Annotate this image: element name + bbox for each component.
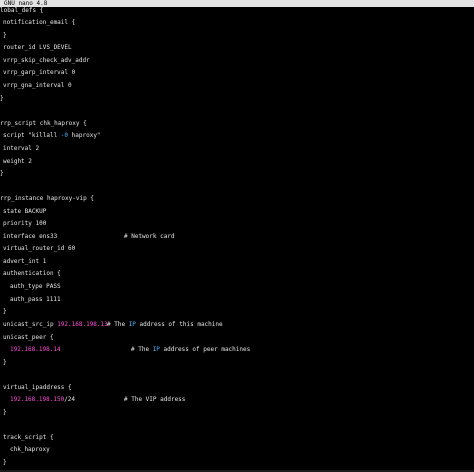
code-text: vrrp_garp_interval 0 (3, 69, 76, 76)
code-text: interval 2 (3, 145, 40, 152)
comment-keyword: IP (128, 321, 136, 328)
code-line: auth_type PASS (10, 283, 61, 291)
code-line: 192.168.198.14 (10, 346, 61, 354)
code-line: } (3, 409, 7, 417)
comment-text: address of this machine (135, 321, 223, 328)
code-line: } (3, 459, 7, 467)
code-line: track_script { (3, 434, 54, 442)
editor-version-title: GNU nano 4.8 (4, 0, 48, 7)
code-text: advert_int 1 (3, 258, 47, 265)
code-line: advert_int 1 (3, 258, 46, 266)
code-line: } (3, 308, 7, 316)
code-line: chk_haproxy (10, 446, 50, 454)
code-line: } (3, 359, 7, 367)
code-text: interface ens33 (3, 233, 58, 240)
code-text: chk_haproxy (10, 446, 50, 453)
code-text: notification_email { (3, 19, 76, 26)
code-text: priority 100 (3, 220, 47, 227)
code-text: virtual_ipaddress { (3, 384, 72, 391)
code-text: } (3, 409, 7, 416)
code-text: } (3, 359, 7, 366)
code-text: vrrp_skip_check_adv_addr (3, 57, 90, 64)
code-comment: # The IP address of peer machines (131, 346, 250, 354)
code-text: vrrp_gna_interval 0 (3, 82, 72, 89)
nano-title-bar: GNU nano 4.8 (0, 0, 474, 7)
code-comment: # The VIP address (124, 396, 186, 403)
code-text: haproxy" (68, 132, 101, 139)
ip-address: 192.168.198.150 (10, 396, 65, 403)
code-line: interface ens33 (3, 233, 57, 241)
ip-address: 192.168.198.14 (10, 346, 61, 353)
code-text: virtual_router_id 60 (3, 245, 76, 252)
code-text: lobal_defs { (0, 7, 44, 14)
code-line: script "killall -0 haproxy" (3, 132, 101, 140)
comment-keyword: IP (152, 346, 160, 353)
code-line: authentication { (3, 270, 61, 278)
comment-text: # The (107, 321, 129, 328)
code-line: 192.168.198.150/24 (10, 396, 75, 404)
code-text: } (3, 459, 7, 466)
code-line: vrrp_skip_check_adv_addr (3, 57, 90, 65)
code-line: interval 2 (3, 145, 39, 153)
code-text: weight 2 (3, 158, 32, 165)
code-line: notification_email { (3, 19, 75, 27)
code-comment: # Network card (124, 233, 175, 240)
code-text: } (0, 170, 4, 177)
code-text: router_id LVS_DEVEL (3, 44, 72, 51)
code-line: lobal_defs { (0, 7, 43, 15)
code-text: state BACKUP (3, 208, 47, 215)
code-line: router_id LVS_DEVEL (3, 44, 72, 52)
ip-address: 192.168.198.13 (57, 321, 108, 328)
code-text: } (0, 95, 4, 102)
code-line: } (0, 95, 4, 103)
code-line: } (0, 170, 4, 178)
code-text: unicast_src_ip (3, 321, 58, 328)
code-line: state BACKUP (3, 208, 46, 216)
code-line: weight 2 (3, 158, 32, 166)
code-line: vrrp_gna_interval 0 (3, 82, 72, 90)
code-text: unicast_peer { (3, 334, 54, 341)
code-text: auth_pass 1111 (10, 296, 61, 303)
code-text: /24 (64, 396, 76, 403)
comment-text: # The (131, 346, 153, 353)
code-text: authentication { (3, 270, 61, 277)
code-line: unicast_src_ip 192.168.198.13 (3, 321, 108, 329)
code-text: } (3, 308, 7, 315)
code-line: virtual_router_id 60 (3, 245, 75, 253)
code-text: rrp_instance haproxy-vip { (0, 195, 94, 202)
terminal-window: GNU nano 4.8 lobal_defs { notification_e… (0, 0, 474, 472)
code-line: auth_pass 1111 (10, 296, 61, 304)
code-line: rrp_instance haproxy-vip { (0, 195, 94, 203)
code-text: } (3, 32, 7, 39)
comment-text: address of peer machines (159, 346, 251, 353)
code-text: script "killall (3, 132, 61, 139)
code-comment: # The IP address of this machine (107, 321, 223, 329)
code-line: } (3, 32, 7, 40)
code-text: rrp_script chk_haproxy { (0, 120, 87, 127)
editor-text-area[interactable]: lobal_defs { notification_email { } rout… (0, 7, 474, 470)
code-line: rrp_script chk_haproxy { (0, 120, 87, 128)
code-line: priority 100 (3, 220, 46, 228)
code-line: unicast_peer { (3, 334, 54, 342)
code-text: auth_type PASS (10, 283, 61, 290)
code-flag: -0 (60, 132, 69, 139)
code-line: virtual_ipaddress { (3, 384, 72, 392)
code-text: track_script { (3, 434, 54, 441)
code-line: vrrp_garp_interval 0 (3, 69, 75, 77)
